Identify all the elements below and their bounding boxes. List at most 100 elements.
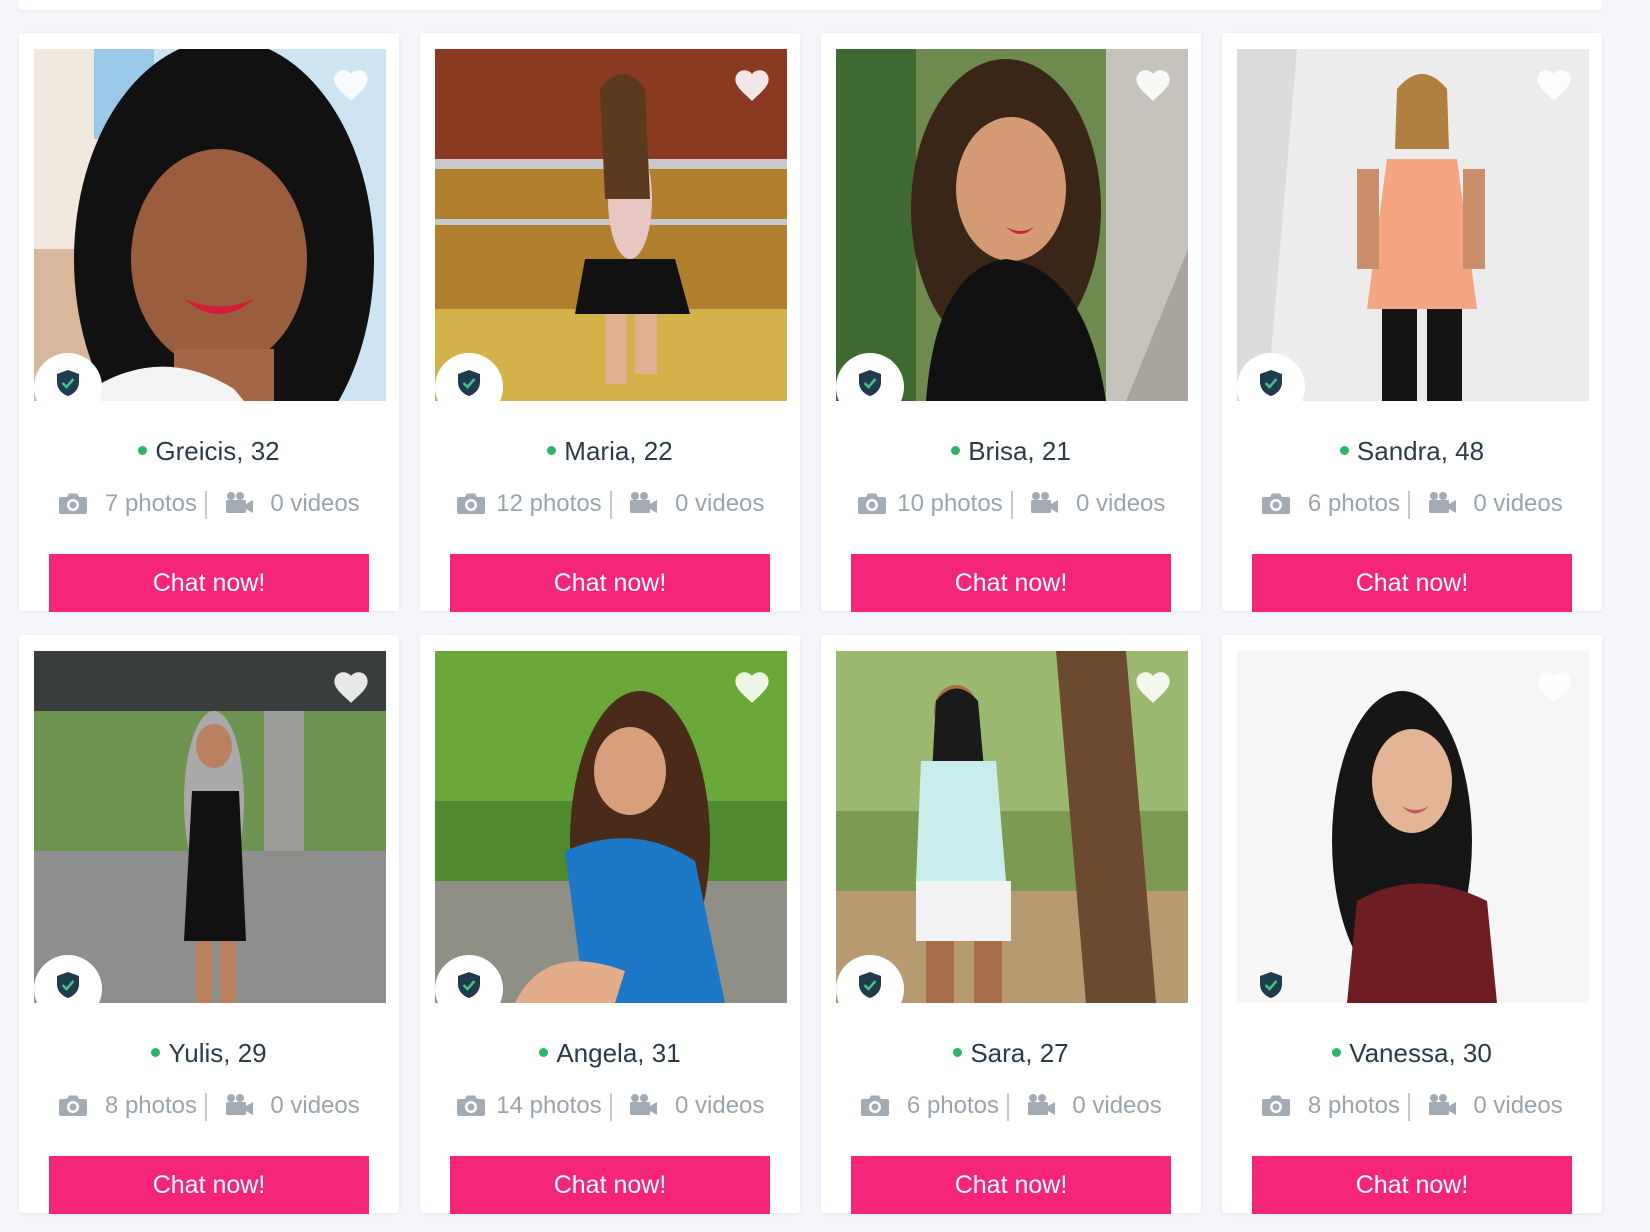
profile-card[interactable]: Maria, 22 12 photos 0 videos Chat now! [420, 33, 800, 612]
photo-count[interactable]: 7 photos [105, 490, 197, 517]
shield-check-icon [859, 370, 881, 396]
video-camera-icon [630, 1094, 658, 1115]
video-count[interactable]: 0 videos [1076, 490, 1165, 517]
profile-name-row: Sandra, 48 [1222, 435, 1602, 467]
video-camera-icon [1031, 492, 1059, 513]
online-status-dot [1339, 446, 1349, 455]
divider [1010, 491, 1013, 519]
shield-check-icon [57, 370, 79, 396]
video-count[interactable]: 0 videos [675, 490, 764, 517]
profile-name: Vanessa, 30 [1349, 1038, 1492, 1068]
profile-photo[interactable] [435, 651, 787, 1003]
divider [609, 491, 612, 519]
profile-grid: Greicis, 32 7 photos 0 videos Chat now! [19, 33, 1602, 1214]
online-status-dot [547, 446, 557, 455]
online-status-dot [151, 1048, 161, 1057]
video-camera-icon [1428, 492, 1456, 513]
verified-badge [435, 955, 503, 1023]
divider [1408, 491, 1410, 519]
shield-check-icon [458, 972, 480, 998]
camera-icon [857, 493, 886, 514]
profile-photo[interactable] [34, 651, 386, 1003]
profile-card[interactable]: Sara, 27 6 photos 0 videos Chat now! [821, 635, 1201, 1214]
shield-check-icon [1260, 972, 1282, 998]
profile-name-row: Angela, 31 [420, 1037, 800, 1069]
photo-count[interactable]: 8 photos [105, 1092, 197, 1119]
profile-name-row: Maria, 22 [420, 435, 800, 467]
profile-name: Sara, 27 [970, 1038, 1069, 1068]
photo-count[interactable]: 14 photos [496, 1092, 601, 1119]
chat-now-button[interactable]: Chat now! [1252, 1156, 1572, 1214]
divider [1007, 1093, 1009, 1121]
chat-now-button[interactable]: Chat now! [450, 554, 770, 612]
video-count[interactable]: 0 videos [270, 490, 359, 517]
profile-card[interactable]: Vanessa, 30 8 photos 0 videos Chat now! [1222, 635, 1602, 1214]
profile-card[interactable]: Sandra, 48 6 photos 0 videos Chat now! [1222, 33, 1602, 612]
video-count[interactable]: 0 videos [1473, 1092, 1562, 1119]
photo-count[interactable]: 12 photos [496, 490, 601, 517]
photo-count[interactable]: 6 photos [907, 1092, 999, 1119]
profile-card[interactable]: Greicis, 32 7 photos 0 videos Chat now! [19, 33, 399, 612]
profile-name: Yulis, 29 [168, 1038, 267, 1068]
photo-count[interactable]: 10 photos [897, 490, 1002, 517]
profile-card[interactable]: Brisa, 21 10 photos 0 videos Chat now! [821, 33, 1201, 612]
profile-photo[interactable] [435, 49, 787, 401]
chat-now-button[interactable]: Chat now! [851, 554, 1171, 612]
chat-now-button[interactable]: Chat now! [1252, 554, 1572, 612]
media-counts: 6 photos 0 videos [1222, 489, 1602, 519]
profile-photo[interactable] [34, 49, 386, 401]
chat-now-button[interactable]: Chat now! [49, 1156, 369, 1214]
photo-count[interactable]: 8 photos [1308, 1092, 1400, 1119]
divider [1408, 1093, 1410, 1121]
profile-name-row: Brisa, 21 [821, 435, 1201, 467]
shield-check-icon [859, 972, 881, 998]
heart-icon[interactable] [332, 669, 370, 705]
video-count[interactable]: 0 videos [675, 1092, 764, 1119]
camera-icon [1262, 1095, 1291, 1116]
media-counts: 8 photos 0 videos [1222, 1091, 1602, 1121]
heart-icon[interactable] [1535, 669, 1573, 705]
camera-icon [456, 1095, 485, 1116]
profile-photo[interactable] [1237, 49, 1589, 401]
chat-now-button[interactable]: Chat now! [49, 554, 369, 612]
shield-check-icon [1260, 370, 1282, 396]
media-counts: 6 photos 0 videos [821, 1091, 1201, 1121]
chat-now-button[interactable]: Chat now! [450, 1156, 770, 1214]
heart-icon[interactable] [1535, 67, 1573, 103]
profile-photo[interactable] [1237, 651, 1589, 1003]
online-status-dot [953, 1048, 963, 1057]
camera-icon [456, 493, 485, 514]
video-count[interactable]: 0 videos [1473, 490, 1562, 517]
verified-badge [1237, 955, 1305, 1023]
heart-icon[interactable] [1134, 669, 1172, 705]
verified-badge [34, 353, 102, 421]
heart-icon[interactable] [1134, 67, 1172, 103]
heart-icon[interactable] [332, 67, 370, 103]
photo-count[interactable]: 6 photos [1308, 490, 1400, 517]
shield-check-icon [458, 370, 480, 396]
divider [205, 491, 207, 519]
verified-badge [836, 353, 904, 421]
video-count[interactable]: 0 videos [270, 1092, 359, 1119]
verified-badge [1237, 353, 1305, 421]
profile-card[interactable]: Angela, 31 14 photos 0 videos Chat now! [420, 635, 800, 1214]
profile-name: Greicis, 32 [155, 436, 280, 466]
profile-photo[interactable] [836, 651, 1188, 1003]
video-count[interactable]: 0 videos [1072, 1092, 1161, 1119]
online-status-dot [951, 446, 961, 455]
heart-icon[interactable] [733, 669, 771, 705]
profile-name-row: Yulis, 29 [19, 1037, 399, 1069]
camera-icon [1262, 493, 1291, 514]
media-counts: 14 photos 0 videos [420, 1091, 800, 1121]
chat-now-button[interactable]: Chat now! [851, 1156, 1171, 1214]
divider [609, 1093, 612, 1121]
heart-icon[interactable] [733, 67, 771, 103]
previous-section-strip [19, 0, 1602, 10]
online-status-dot [539, 1048, 549, 1057]
media-counts: 8 photos 0 videos [19, 1091, 399, 1121]
profile-card[interactable]: Yulis, 29 8 photos 0 videos Chat now! [19, 635, 399, 1214]
camera-icon [59, 493, 88, 514]
profile-photo[interactable] [836, 49, 1188, 401]
verified-badge [836, 955, 904, 1023]
profile-name: Sandra, 48 [1356, 436, 1485, 466]
